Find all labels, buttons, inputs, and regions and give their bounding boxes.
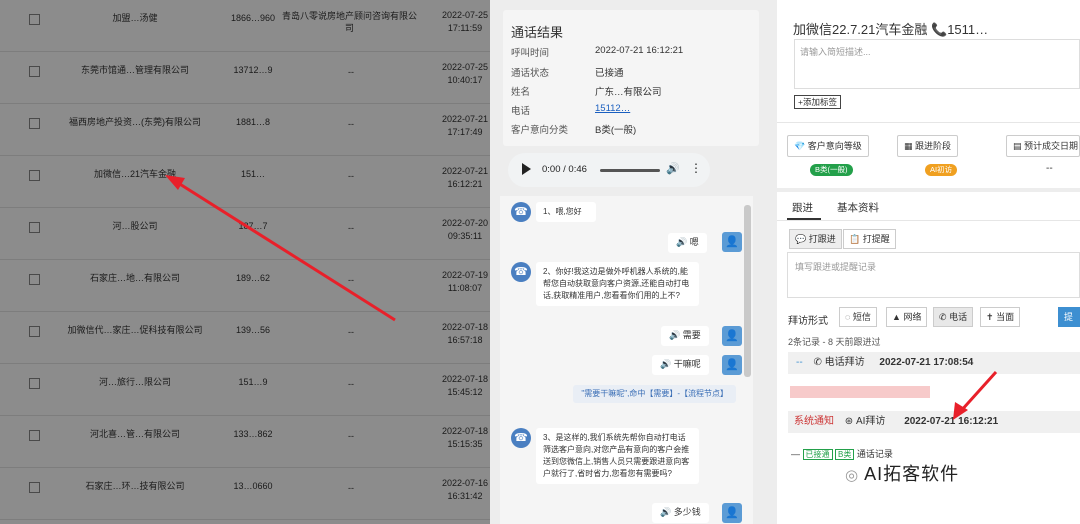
- arrow-head: [165, 175, 185, 190]
- arrow-line: [958, 370, 998, 414]
- arrow-line: [174, 179, 396, 322]
- annotation-arrows: [165, 175, 998, 420]
